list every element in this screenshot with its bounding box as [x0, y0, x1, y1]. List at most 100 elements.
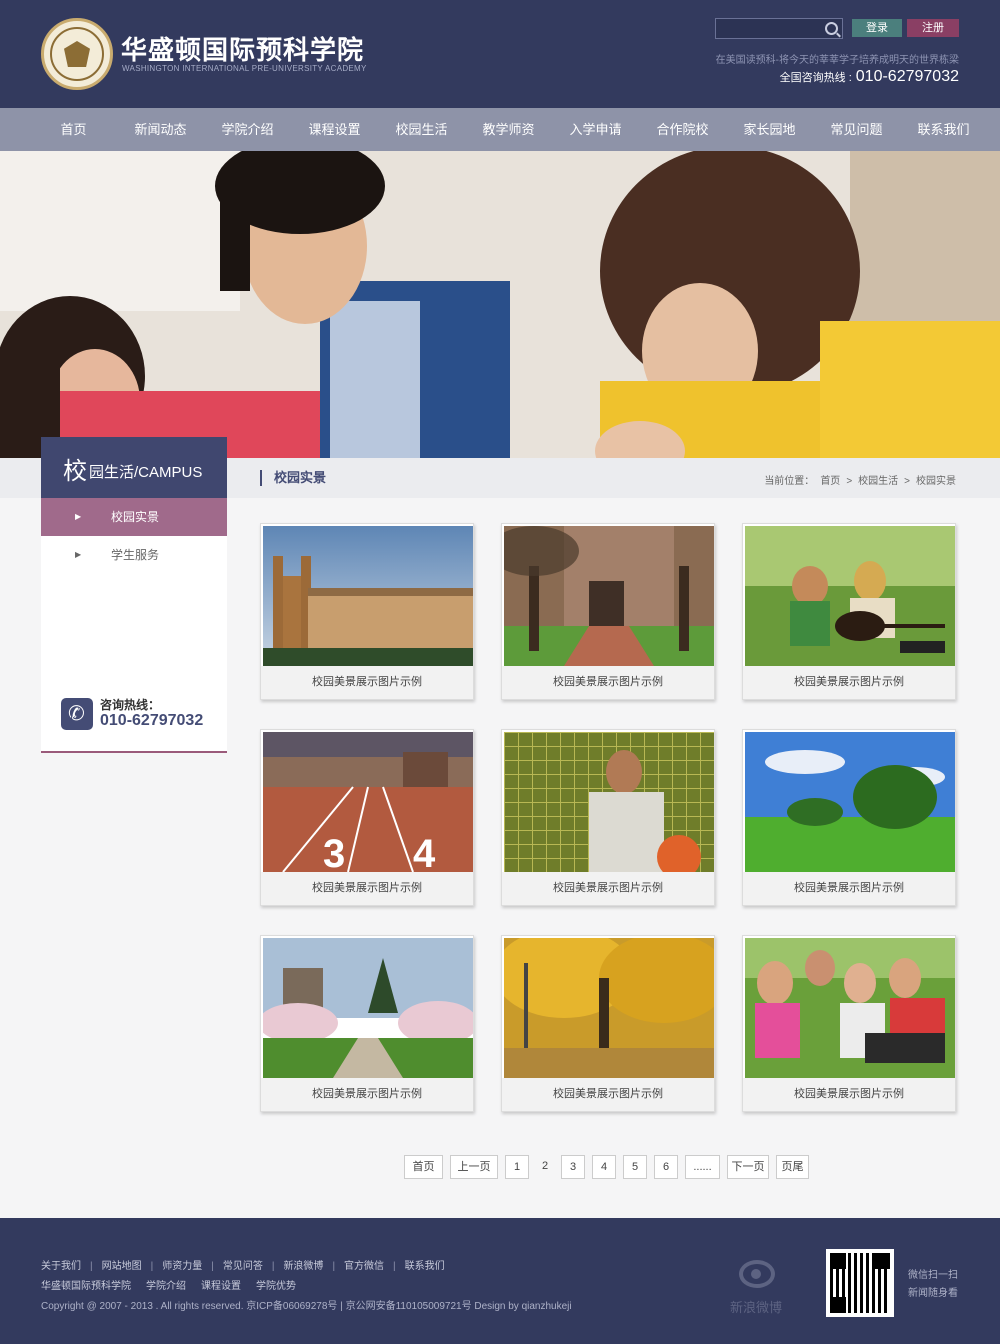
nav-item-parents[interactable]: 家长园地	[726, 108, 813, 151]
gallery-caption[interactable]: 校园美景展示图片示例	[261, 666, 473, 699]
sidebar-heading-initial: 校	[63, 458, 87, 485]
nav-item-campus[interactable]: 校园生活	[378, 108, 465, 151]
gallery-caption[interactable]: 校园美景展示图片示例	[502, 666, 714, 699]
wechat-qr-code	[826, 1249, 894, 1317]
gallery-card[interactable]: 校园美景展示图片示例	[742, 935, 956, 1112]
sidebar-heading-text: 园生活/CAMPUS	[89, 464, 203, 481]
footer-link-weibo[interactable]: 新浪微博	[283, 1261, 323, 1272]
hero-banner-image	[0, 151, 1000, 458]
nav-item-admission[interactable]: 入学申请	[552, 108, 639, 151]
breadcrumb-current: 校园实景	[916, 476, 956, 487]
footer-link-advantages[interactable]: 学院优势	[256, 1281, 296, 1292]
nav-item-faculty[interactable]: 教学师资	[465, 108, 552, 151]
nav-item-partners[interactable]: 合作院校	[639, 108, 726, 151]
students-photo	[0, 151, 1000, 458]
gallery-card[interactable]: 校园美景展示图片示例	[501, 729, 715, 906]
nav-item-courses[interactable]: 课程设置	[291, 108, 378, 151]
campus-tree-photo[interactable]	[504, 526, 714, 666]
gallery-caption[interactable]: 校园美景展示图片示例	[743, 666, 955, 699]
page-5-button[interactable]: 5	[623, 1155, 647, 1179]
page-prev-button[interactable]: 上一页	[450, 1155, 498, 1179]
weibo-icon	[739, 1260, 775, 1288]
gallery-card[interactable]: 校园美景展示图片示例	[742, 729, 956, 906]
page-1-button[interactable]: 1	[505, 1155, 529, 1179]
search-icon[interactable]	[825, 22, 838, 35]
footer-link-intro[interactable]: 学院介绍	[146, 1281, 186, 1292]
running-track-photo[interactable]: 3 4	[263, 732, 473, 872]
sidebar-heading: 校 园生活/CAMPUS	[41, 437, 227, 498]
footer-link-contact[interactable]: 联系我们	[405, 1261, 445, 1272]
svg-text:3: 3	[323, 832, 345, 872]
site-header: 华盛顿国际预科学院 WASHINGTON INTERNATIONAL PRE-U…	[0, 0, 1000, 108]
footer-divider: |	[393, 1261, 396, 1272]
students-group-photo[interactable]	[745, 938, 955, 1078]
search-input[interactable]	[715, 18, 843, 39]
page-last-button[interactable]: 页尾	[776, 1155, 809, 1179]
footer-link-academy[interactable]: 华盛顿国际预科学院	[41, 1281, 131, 1292]
site-subtitle: WASHINGTON INTERNATIONAL PRE-UNIVERSITY …	[122, 64, 367, 73]
page-current: 2	[541, 1160, 549, 1172]
nav-item-faq[interactable]: 常见问题	[813, 108, 900, 151]
breadcrumb-prefix: 当前位置：	[764, 476, 815, 487]
gallery-card[interactable]: 校园美景展示图片示例	[742, 523, 956, 700]
breadcrumb-separator: >	[904, 476, 910, 487]
breadcrumb-home[interactable]: 首页	[820, 476, 840, 487]
footer-divider: |	[150, 1261, 154, 1272]
sidebar-item-campus-scenery[interactable]: ▶ 校园实景	[41, 498, 227, 536]
qr-caption: 微信扫一扫 新闻随身看	[908, 1267, 958, 1303]
green-field-photo[interactable]	[745, 732, 955, 872]
gallery-card[interactable]: 校园美景展示图片示例	[501, 523, 715, 700]
qr-code-icon	[830, 1253, 890, 1313]
footer-divider: |	[211, 1261, 214, 1272]
footer-link-courses[interactable]: 课程设置	[201, 1281, 241, 1292]
page-ellipsis: ......	[685, 1155, 720, 1179]
header-hotline: 全国咨询热线 :010-62797032	[780, 68, 959, 86]
login-button[interactable]: 登录	[852, 19, 902, 37]
pagination: 首页 上一页 1 2 3 4 5 6 ...... 下一页 页尾	[404, 1155, 816, 1179]
nav-item-about[interactable]: 学院介绍	[204, 108, 291, 151]
register-button[interactable]: 注册	[907, 19, 959, 37]
autumn-trees-photo[interactable]	[504, 938, 714, 1078]
breadcrumb-separator: >	[846, 476, 853, 487]
nav-item-home[interactable]: 首页	[30, 108, 117, 151]
page-first-button[interactable]: 首页	[404, 1155, 443, 1179]
gallery-caption[interactable]: 校园美景展示图片示例	[261, 872, 473, 905]
gallery-caption[interactable]: 校园美景展示图片示例	[743, 1078, 955, 1111]
gallery-card[interactable]: 校园美景展示图片示例	[260, 935, 474, 1112]
gallery-caption[interactable]: 校园美景展示图片示例	[261, 1078, 473, 1111]
footer-link-sitemap[interactable]: 网站地图	[102, 1261, 142, 1272]
gallery-caption[interactable]: 校园美景展示图片示例	[743, 872, 955, 905]
footer-divider: |	[271, 1261, 275, 1272]
college-building-photo[interactable]	[263, 526, 473, 666]
sidebar-panel: ▶ 校园实景 ▶ 学生服务 咨询热线： 010-62797032	[41, 498, 227, 753]
gallery-caption[interactable]: 校园美景展示图片示例	[502, 872, 714, 905]
nav-item-contact[interactable]: 联系我们	[900, 108, 987, 151]
sidebar-item-student-services[interactable]: ▶ 学生服务	[41, 536, 227, 574]
footer-links-secondary: 华盛顿国际预科学院 学院介绍 课程设置 学院优势	[41, 1277, 311, 1292]
cherry-blossom-path-photo[interactable]	[263, 938, 473, 1078]
site-title[interactable]: 华盛顿国际预科学院	[121, 30, 364, 67]
soccer-goalkeeper-photo[interactable]	[504, 732, 714, 872]
page-next-button[interactable]: 下一页	[727, 1155, 769, 1179]
footer-links: 关于我们 | 网站地图 | 师资力量 | 常见问答 | 新浪微博 | 官方微信 | 联系我们	[41, 1257, 445, 1272]
page-3-button[interactable]: 3	[561, 1155, 585, 1179]
footer-link-faq[interactable]: 常见问答	[223, 1261, 263, 1272]
gallery-card[interactable]: 校园美景展示图片示例	[501, 935, 715, 1112]
footer-link-faculty[interactable]: 师资力量	[162, 1261, 202, 1272]
weibo-link[interactable]: 新浪微博	[729, 1256, 789, 1316]
gallery-card[interactable]: 3 4 校园美景展示图片示例	[260, 729, 474, 906]
footer-link-wechat[interactable]: 官方微信	[344, 1261, 384, 1272]
footer-link-about[interactable]: 关于我们	[41, 1261, 81, 1272]
breadcrumb-campus-life[interactable]: 校园生活	[858, 476, 898, 487]
academy-logo[interactable]	[41, 18, 113, 90]
hotline-label: 全国咨询热线 :	[779, 72, 852, 84]
svg-text:4: 4	[413, 832, 436, 872]
page-4-button[interactable]: 4	[592, 1155, 616, 1179]
contact-label: 咨询热线：	[100, 698, 161, 712]
gallery-caption[interactable]: 校园美景展示图片示例	[502, 1078, 714, 1111]
main-nav: 首页 新闻动态 学院介绍 课程设置 校园生活 教学师资 入学申请 合作院校 家长…	[0, 108, 1000, 151]
nav-item-news[interactable]: 新闻动态	[117, 108, 204, 151]
students-guitar-photo[interactable]	[745, 526, 955, 666]
gallery-card[interactable]: 校园美景展示图片示例	[260, 523, 474, 700]
page-6-button[interactable]: 6	[654, 1155, 678, 1179]
